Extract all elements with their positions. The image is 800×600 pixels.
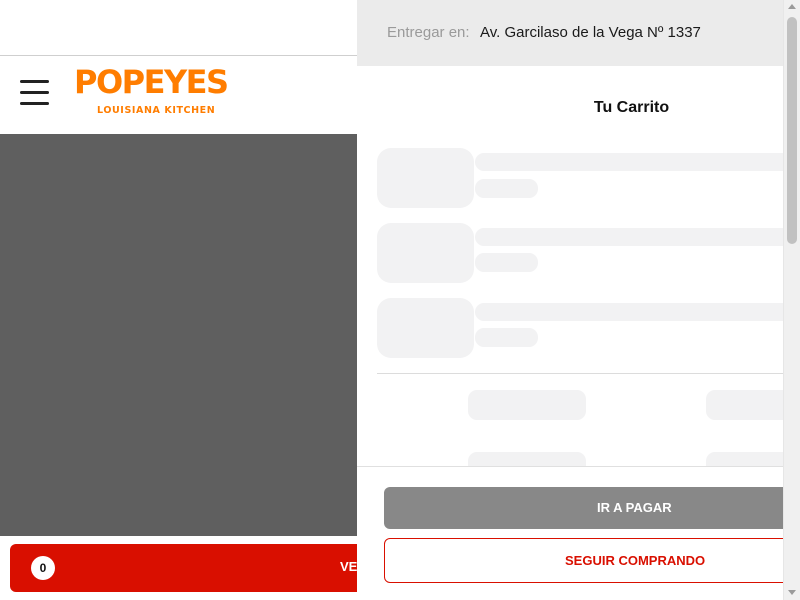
delivery-label: Entregar en: (387, 24, 470, 41)
view-cart-label: VE (340, 559, 358, 574)
skeleton-line (475, 228, 795, 246)
delivery-address-bar[interactable]: Entregar en: Av. Garcilaso de la Vega Nº… (357, 0, 800, 66)
scrollbar-thumb[interactable] (787, 17, 797, 244)
brand-logo[interactable]: POPEYES LOUISIANA KITCHEN (74, 63, 236, 119)
skeleton-line-short (475, 179, 538, 198)
skeleton-line (475, 153, 795, 171)
continue-shopping-button[interactable]: SEGUIR COMPRANDO (384, 538, 794, 583)
hamburger-line (20, 80, 49, 83)
cart-drawer: Entregar en: Av. Garcilaso de la Vega Nº… (357, 0, 800, 600)
brand-logo-wordmark: POPEYES (74, 63, 229, 101)
scroll-up-arrow-icon[interactable] (788, 4, 796, 9)
checkout-button[interactable]: IR A PAGAR (384, 487, 794, 529)
skeleton-thumbnail (377, 298, 474, 358)
skeleton-thumbnail (377, 223, 474, 283)
hamburger-menu-icon[interactable] (20, 78, 49, 106)
skeleton-line-short (475, 253, 538, 272)
continue-shopping-label: SEGUIR COMPRANDO (565, 553, 706, 568)
delivery-address: Av. Garcilaso de la Vega Nº 1337 (480, 24, 701, 41)
skeleton-thumbnail (377, 148, 474, 208)
hamburger-line (20, 102, 49, 105)
checkout-button-label: IR A PAGAR (597, 500, 672, 515)
page-scrollbar[interactable] (783, 0, 800, 600)
cart-title: Tu Carrito (593, 99, 670, 116)
cart-divider (377, 373, 787, 374)
hamburger-line (20, 91, 49, 94)
skeleton-summary-label (468, 390, 586, 420)
brand-logo-tagline: LOUISIANA KITCHEN (97, 105, 216, 116)
scroll-down-arrow-icon[interactable] (788, 590, 796, 595)
cart-count-badge: 0 (31, 556, 55, 580)
cart-footer: IR A PAGAR SEGUIR COMPRANDO (357, 466, 800, 600)
skeleton-line (475, 303, 795, 321)
skeleton-line-short (475, 328, 538, 347)
